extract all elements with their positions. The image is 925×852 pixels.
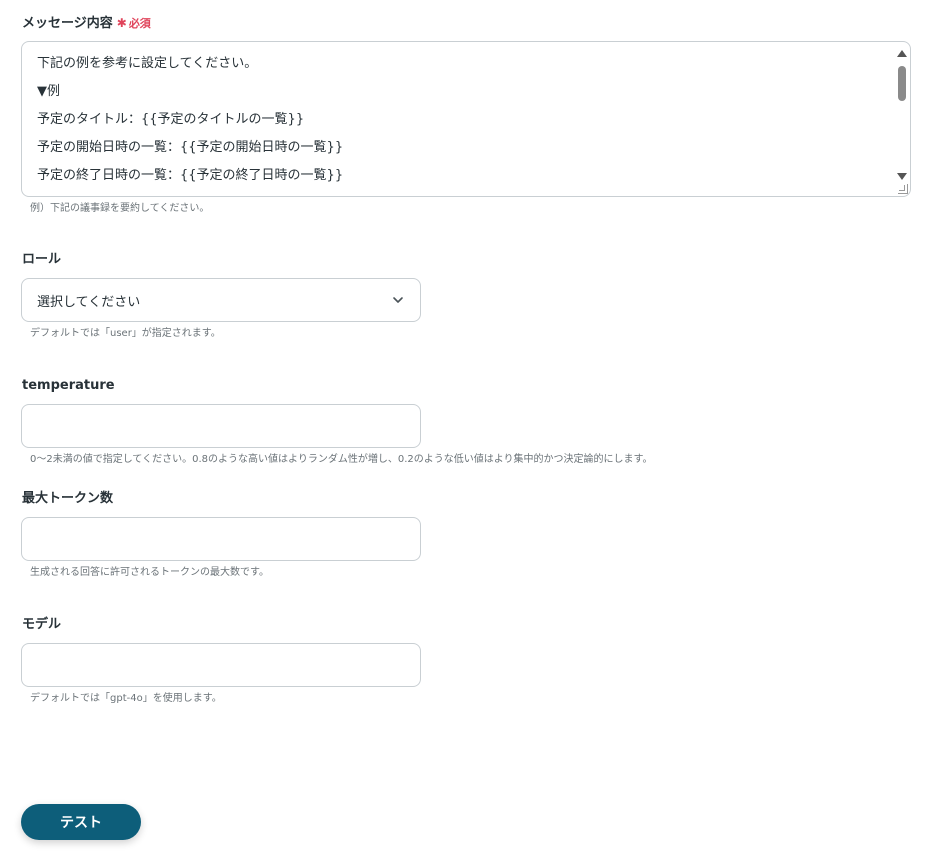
- textarea-scrollbar[interactable]: [895, 46, 909, 182]
- role-label: ロール: [22, 252, 62, 267]
- temperature-input[interactable]: [21, 404, 421, 448]
- message-line: 下記の例を参考に設定してください。: [37, 56, 258, 71]
- message-line: ▼例: [37, 84, 60, 99]
- message-line: 予定の終了日時の一覧：{{予定の終了日時の一覧}}: [37, 168, 344, 183]
- required-text: 必須: [128, 17, 151, 30]
- role-select-value: 選択してください: [37, 294, 141, 310]
- chevron-down-icon: [393, 297, 403, 303]
- role-help: デフォルトでは「user」が指定されます。: [30, 328, 221, 339]
- role-select[interactable]: 選択してください: [21, 278, 421, 322]
- model-input[interactable]: [21, 643, 421, 687]
- message-text-content[interactable]: 下記の例を参考に設定してください。 ▼例 予定のタイトル：{{予定のタイトルの一…: [37, 52, 886, 192]
- message-line: 予定の開始日時の一覧：{{予定の開始日時の一覧}}: [37, 140, 344, 155]
- message-label-text: メッセージ内容: [22, 16, 113, 31]
- max-tokens-label: 最大トークン数: [22, 491, 114, 506]
- required-asterisk-icon: ✱: [116, 16, 127, 30]
- triangle-down-icon[interactable]: [897, 173, 907, 180]
- max-tokens-input[interactable]: [21, 517, 421, 561]
- model-help: デフォルトでは「gpt-4o」を使用します。: [30, 693, 222, 704]
- message-help: 例）下記の議事録を要約してください。: [30, 203, 210, 214]
- temperature-label: temperature: [22, 378, 115, 393]
- message-line: 予定のタイトル：{{予定のタイトルの一覧}}: [37, 112, 305, 127]
- max-tokens-help: 生成される回答に許可されるトークンの最大数です。: [30, 567, 269, 578]
- triangle-up-icon[interactable]: [897, 50, 907, 57]
- scrollbar-thumb[interactable]: [898, 66, 906, 101]
- form-page: メッセージ内容 ✱ 必須 下記の例を参考に設定してください。 ▼例 予定のタイトル：…: [0, 0, 925, 852]
- message-label: メッセージ内容 ✱ 必須: [22, 15, 151, 32]
- test-button[interactable]: テスト: [21, 804, 141, 840]
- model-label: モデル: [22, 617, 62, 632]
- required-badge: ✱ 必須: [116, 16, 151, 30]
- message-textarea[interactable]: 下記の例を参考に設定してください。 ▼例 予定のタイトル：{{予定のタイトルの一…: [21, 41, 911, 197]
- resize-handle-icon[interactable]: [898, 184, 908, 194]
- temperature-help: 0〜2未満の値で指定してください。0.8のような高い値はよりランダム性が増し、0…: [30, 454, 653, 465]
